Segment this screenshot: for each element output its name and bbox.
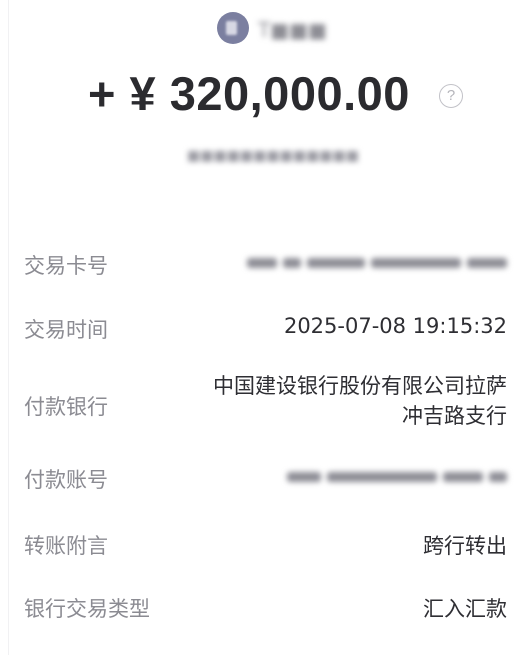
counterparty-account-blurred: ■■■■■■■■■■■■■ (187, 148, 359, 164)
transaction-time-value: 2025-07-08 19:15:32 (283, 314, 507, 338)
amount-row: + ¥ 320,000.00 ? (0, 66, 525, 130)
card-number-label: 交易卡号 (24, 254, 108, 278)
avatar-icon (217, 12, 249, 44)
counterparty-name: T■■■ (258, 18, 327, 42)
question-circle-icon[interactable]: ? (439, 84, 463, 108)
transaction-time-label: 交易时间 (24, 318, 108, 342)
payer-bank-label: 付款银行 (24, 395, 108, 419)
payer-account-value-redacted (281, 466, 507, 488)
transaction-detail-screen: T■■■ + ¥ 320,000.00 ? ■■■■■■■■■■■■■ 交易卡号… (0, 0, 525, 655)
counterparty-header: T■■■ (0, 12, 525, 46)
transfer-note-label: 转账附言 (24, 534, 108, 558)
transfer-note-value: 跨行转出 (423, 534, 507, 558)
payer-bank-value: 中国建设银行股份有限公司拉萨冲吉路支行 (213, 374, 507, 428)
card-number-value-redacted (241, 252, 507, 274)
transaction-amount: + ¥ 320,000.00 (88, 67, 410, 120)
payer-account-label: 付款账号 (24, 468, 108, 492)
bank-transaction-type-label: 银行交易类型 (24, 597, 150, 621)
bank-transaction-type-value: 汇入汇款 (423, 597, 507, 621)
